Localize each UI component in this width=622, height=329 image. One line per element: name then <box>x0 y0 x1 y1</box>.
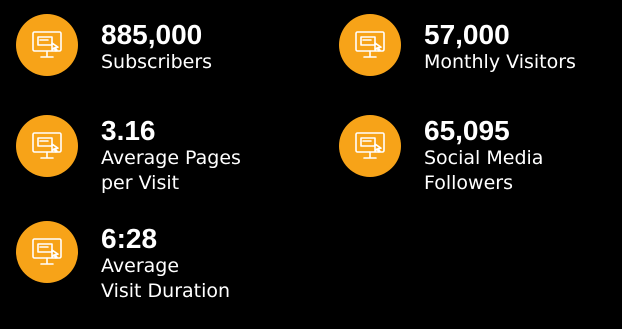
stat-label: Social Media <box>424 147 544 169</box>
stat-label-line2: per Visit <box>101 172 180 194</box>
stat-badge <box>339 14 401 76</box>
stat-label: Average <box>101 255 180 277</box>
stat-label: Average Pages <box>101 147 241 169</box>
computer-monitor-cursor-icon <box>353 129 387 163</box>
stat-value: 57,000 <box>424 19 510 50</box>
stat-value: 65,095 <box>424 115 510 146</box>
stat-value: 3.16 <box>101 115 156 146</box>
stat-label-line2: Visit Duration <box>101 280 231 302</box>
stat-value: 6:28 <box>101 223 158 254</box>
stat-value: 885,000 <box>101 19 203 50</box>
stat-badge <box>16 115 78 177</box>
computer-monitor-cursor-icon <box>353 28 387 62</box>
stat-badge <box>16 221 78 283</box>
stat-label-line2: Followers <box>424 172 513 194</box>
stat-badge <box>16 14 78 76</box>
stats-panel: 885,000 Subscribers 57,000 Monthly Visit… <box>0 0 622 329</box>
computer-monitor-cursor-icon <box>30 235 64 269</box>
stat-label: Monthly Visitors <box>424 51 576 73</box>
stat-label: Subscribers <box>101 51 213 73</box>
computer-monitor-cursor-icon <box>30 129 64 163</box>
computer-monitor-cursor-icon <box>30 28 64 62</box>
stat-badge <box>339 115 401 177</box>
